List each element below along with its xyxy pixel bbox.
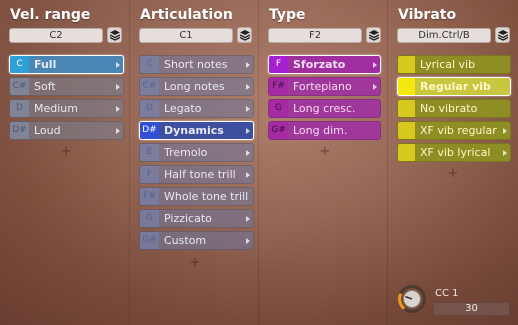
vibrato-add-button[interactable]: + (446, 166, 460, 181)
arrow-right-icon (246, 215, 250, 222)
vibrato-item-regular-vib[interactable]: Regular vib (397, 77, 511, 96)
arrow-right-icon (246, 149, 250, 156)
arrow-right-icon (116, 105, 120, 112)
velocity-item-loud[interactable]: D# Loud (9, 121, 124, 140)
type-item-long-dim[interactable]: G# Long dim. (268, 121, 381, 140)
type-layers-button[interactable] (366, 27, 381, 43)
arrow-right-icon (246, 61, 250, 68)
articulation-item-long-notes[interactable]: C# Long notes (139, 77, 254, 96)
arrow-right-icon (116, 83, 120, 90)
articulation-item-legato[interactable]: D Legato (139, 99, 254, 118)
arrow-right-icon (246, 83, 250, 90)
velocity-item-full[interactable]: C Full (9, 55, 124, 74)
cc-value-field[interactable]: 30 (433, 302, 510, 316)
arrow-right-icon (116, 61, 120, 68)
arrow-right-icon (246, 127, 250, 134)
layers-icon (369, 30, 379, 41)
knob-icon (398, 285, 426, 313)
vibrato-key-field[interactable]: Dim.Ctrl/B (397, 28, 491, 43)
vibrato-item-xf-vib-regular[interactable]: XF vib regular (397, 121, 511, 140)
articulation-item-custom[interactable]: G# Custom (139, 231, 254, 250)
velocity-item-medium[interactable]: D Medium (9, 99, 124, 118)
vibrato-item-xf-vib-lyrical[interactable]: XF vib lyrical (397, 143, 511, 162)
arrow-right-icon (503, 127, 507, 134)
type-key-field[interactable]: F2 (268, 28, 362, 43)
vibrato-layers-button[interactable] (495, 27, 510, 43)
cc-knob[interactable] (398, 285, 426, 313)
articulation-item-tremolo[interactable]: E Tremolo (139, 143, 254, 162)
articulation-item-short-notes[interactable]: C Short notes (139, 55, 254, 74)
articulation-column: Articulation C1 C Short notes C# Long no… (130, 0, 259, 325)
articulation-layers-button[interactable] (237, 27, 252, 43)
arrow-right-icon (116, 127, 120, 134)
layers-icon (110, 30, 120, 41)
vibrato-column: Vibrato Dim.Ctrl/B Lyrical vib Regular v… (388, 0, 518, 325)
articulation-item-dynamics[interactable]: D# Dynamics (139, 121, 254, 140)
layers-icon (498, 30, 508, 41)
articulation-item-half-tone-trill[interactable]: F Half tone trill (139, 165, 254, 184)
arrow-right-icon (373, 61, 377, 68)
type-title: Type (269, 7, 306, 23)
velocity-add-button[interactable]: + (59, 144, 73, 159)
arrow-right-icon (246, 105, 250, 112)
type-item-long-cresc[interactable]: G Long cresc. (268, 99, 381, 118)
articulation-title: Articulation (140, 7, 233, 23)
velocity-title: Vel. range (10, 7, 91, 23)
type-item-sforzato[interactable]: F Sforzato (268, 55, 381, 74)
velocity-key-field[interactable]: C2 (9, 28, 103, 43)
type-column: Type F2 F Sforzato F# Fortepiano G Long … (259, 0, 388, 325)
vibrato-title: Vibrato (398, 7, 457, 23)
arrow-right-icon (503, 149, 507, 156)
arrow-right-icon (373, 83, 377, 90)
arrow-right-icon (246, 171, 250, 178)
velocity-layers-button[interactable] (107, 27, 122, 43)
vibrato-item-no-vibrato[interactable]: No vibrato (397, 99, 511, 118)
articulation-item-whole-tone-trill[interactable]: F# Whole tone trill (139, 187, 254, 206)
vibrato-item-lyrical-vib[interactable]: Lyrical vib (397, 55, 511, 74)
cc-label: CC 1 (435, 288, 459, 299)
layers-icon (240, 30, 250, 41)
type-add-button[interactable]: + (318, 144, 332, 159)
velocity-column: Vel. range C2 C Full C# Soft D Medium D#… (0, 0, 130, 325)
articulation-key-field[interactable]: C1 (139, 28, 233, 43)
articulation-add-button[interactable]: + (188, 255, 202, 270)
articulation-item-pizzicato[interactable]: G Pizzicato (139, 209, 254, 228)
arrow-right-icon (246, 237, 250, 244)
velocity-item-soft[interactable]: C# Soft (9, 77, 124, 96)
type-item-fortepiano[interactable]: F# Fortepiano (268, 77, 381, 96)
